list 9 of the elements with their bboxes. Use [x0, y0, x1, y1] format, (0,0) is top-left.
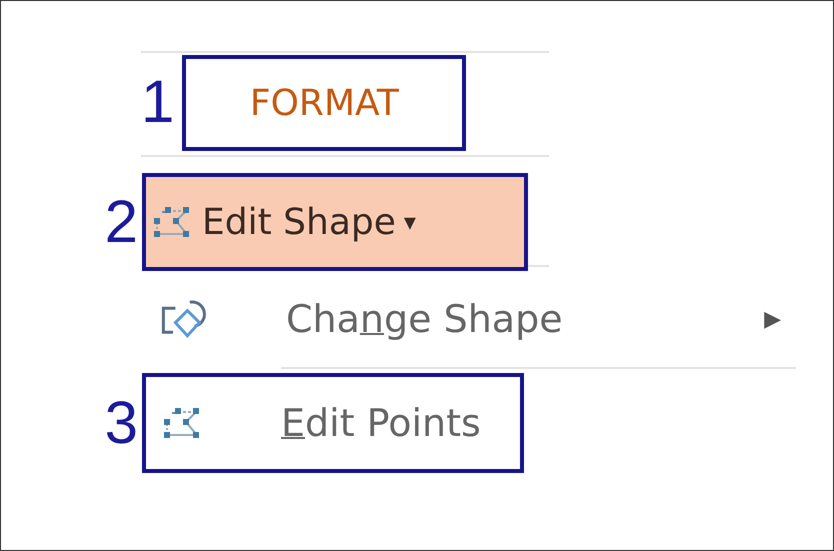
annotation-number: 1	[141, 72, 176, 132]
shapes-icon	[161, 298, 209, 340]
format-tab[interactable]: FORMAT	[182, 55, 466, 151]
menu-item[interactable]: Edit Points	[142, 373, 524, 473]
edit-shape-button[interactable]: Edit Shape ▾	[142, 173, 528, 271]
submenu-arrow: ▶	[764, 306, 781, 332]
annotation-number: 3	[104, 393, 139, 453]
annotation-number: 2	[104, 192, 139, 252]
menu-item-label[interactable]: Change Shape	[286, 297, 764, 341]
